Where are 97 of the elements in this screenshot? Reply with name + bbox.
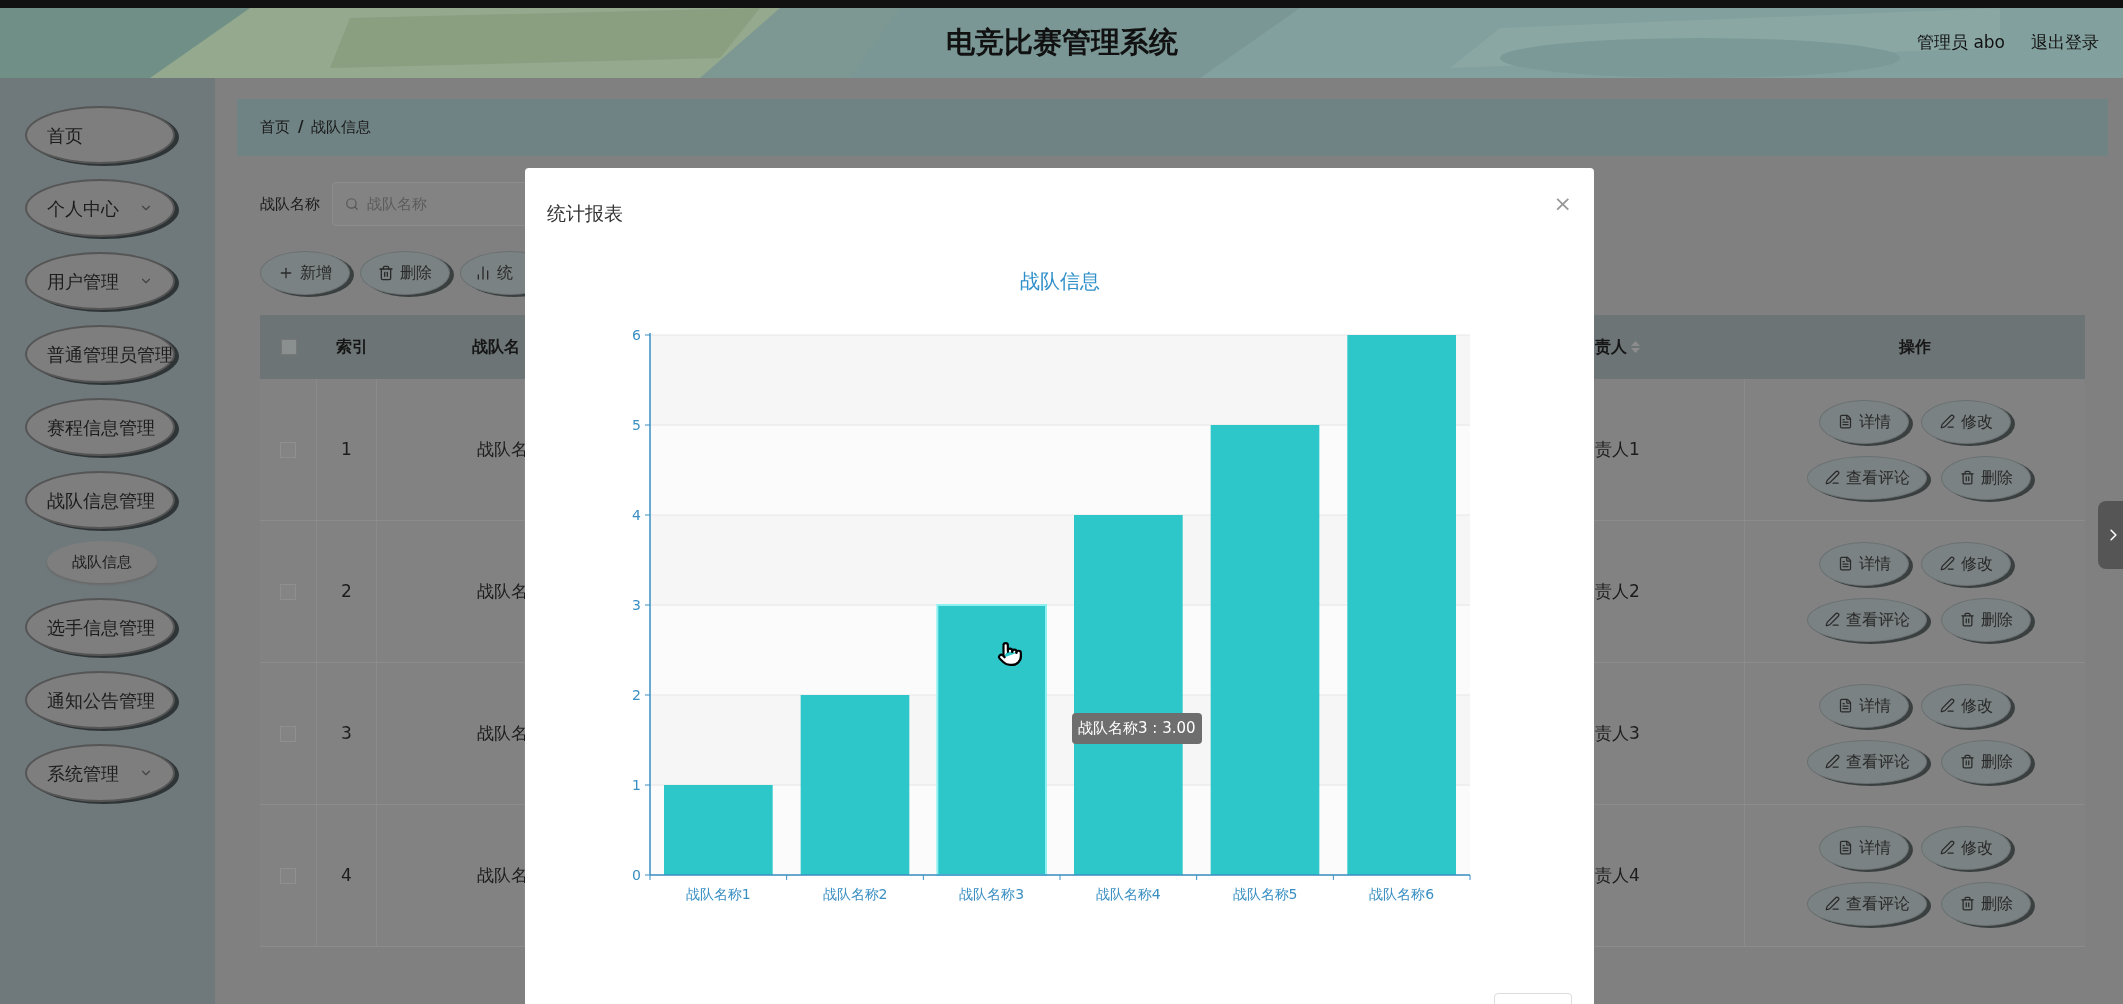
app-title: 电竞比赛管理系统 bbox=[945, 24, 1178, 62]
column-header: 责人 bbox=[1595, 336, 1627, 358]
trash-icon bbox=[1959, 612, 1975, 627]
table-cell-text: 战队名 bbox=[477, 579, 528, 603]
pen-icon bbox=[1939, 840, 1955, 855]
table-cell-text: 4 bbox=[341, 863, 352, 887]
pointer-cursor-icon bbox=[996, 641, 1023, 667]
trash-icon bbox=[1959, 896, 1975, 911]
column-header: 索引 bbox=[335, 336, 369, 358]
axis-tick-label: 5 bbox=[632, 417, 641, 433]
dialog-title: 统计报表 bbox=[547, 200, 623, 226]
sidebar-item[interactable]: 赛程信息管理 bbox=[25, 398, 175, 456]
logout-link[interactable]: 退出登录 bbox=[2031, 30, 2099, 56]
pen-icon bbox=[1824, 896, 1840, 911]
toolbar-button[interactable]: 删除 bbox=[360, 251, 450, 295]
sidebar-item[interactable]: 首页 bbox=[25, 106, 175, 164]
table-cell-text: 责人3 bbox=[1595, 721, 1640, 745]
action-button[interactable]: 详情 bbox=[1819, 683, 1909, 728]
table-cell-text: 战队名 bbox=[477, 863, 528, 887]
document-icon bbox=[1837, 556, 1853, 571]
breadcrumb-item: / bbox=[298, 117, 304, 139]
sidebar-item[interactable]: 个人中心 bbox=[25, 179, 175, 237]
axis-tick-label: 3 bbox=[632, 597, 641, 613]
table-cell-text: 责人1 bbox=[1595, 437, 1640, 461]
plus-icon bbox=[278, 265, 294, 281]
trash-icon bbox=[378, 265, 394, 281]
action-button[interactable]: 修改 bbox=[1921, 825, 2011, 870]
bar[interactable] bbox=[936, 604, 1047, 876]
table-cell-text: 责人4 bbox=[1595, 863, 1640, 887]
sidebar-item[interactable]: 战队信息管理 bbox=[25, 471, 175, 529]
pen-icon bbox=[1824, 754, 1840, 769]
action-button[interactable]: 删除 bbox=[1941, 881, 2031, 926]
breadcrumb-item: 战队信息 bbox=[311, 117, 372, 139]
bar-chart-icon bbox=[475, 265, 491, 281]
bar[interactable] bbox=[800, 695, 910, 875]
side-toggle-button[interactable] bbox=[2098, 501, 2123, 569]
pen-icon bbox=[1824, 612, 1840, 627]
axis-category-label: 战队名称5 bbox=[1232, 886, 1298, 902]
action-button[interactable]: 修改 bbox=[1921, 399, 2011, 444]
column-header: 操作 bbox=[1897, 336, 1932, 358]
action-button[interactable]: 查看评论 bbox=[1807, 739, 1927, 784]
pen-icon bbox=[1939, 556, 1955, 571]
header-checkbox[interactable] bbox=[280, 339, 297, 355]
bar[interactable] bbox=[1347, 335, 1456, 875]
axis-category-label: 战队名称1 bbox=[685, 886, 751, 902]
column-header: 战队名 bbox=[471, 336, 521, 358]
action-button[interactable]: 详情 bbox=[1819, 399, 1909, 444]
sidebar-item[interactable]: 系统管理 bbox=[25, 744, 175, 802]
search-label: 战队名称 bbox=[260, 193, 320, 215]
pen-icon bbox=[1939, 698, 1955, 713]
table-cell-text: 责人2 bbox=[1595, 579, 1640, 603]
axis-category-label: 战队名称6 bbox=[1369, 886, 1435, 902]
action-button[interactable]: 查看评论 bbox=[1807, 455, 1927, 500]
bar[interactable] bbox=[664, 785, 773, 875]
action-button[interactable]: 删除 bbox=[1941, 739, 2031, 784]
action-button[interactable]: 详情 bbox=[1819, 825, 1909, 870]
document-icon bbox=[1837, 698, 1853, 713]
axis-category-label: 战队名称4 bbox=[1095, 886, 1161, 902]
action-button[interactable]: 修改 bbox=[1921, 683, 2011, 728]
axis-tick-label: 4 bbox=[632, 507, 641, 523]
table-cell-text: 2 bbox=[341, 579, 352, 603]
axis-tick-label: 0 bbox=[632, 867, 641, 883]
table-cell-text: 3 bbox=[341, 721, 352, 745]
axis-tick-label: 2 bbox=[632, 687, 641, 703]
toolbar-button[interactable]: 新增 bbox=[260, 251, 350, 295]
sidebar-item[interactable]: 普通管理员管理 bbox=[25, 325, 175, 383]
pen-icon bbox=[1939, 414, 1955, 429]
action-button[interactable]: 修改 bbox=[1921, 541, 2011, 586]
sidebar-item[interactable]: 选手信息管理 bbox=[25, 598, 175, 656]
table-cell-text: 战队名 bbox=[477, 437, 528, 461]
action-button[interactable]: 删除 bbox=[1941, 455, 2031, 500]
trash-icon bbox=[1959, 754, 1975, 769]
sidebar-subitem[interactable]: 战队信息 bbox=[47, 541, 157, 583]
document-icon bbox=[1837, 840, 1853, 855]
action-button[interactable]: 删除 bbox=[1941, 597, 2031, 642]
sidebar-item[interactable]: 用户管理 bbox=[25, 252, 175, 310]
user-label: 管理员 abo bbox=[1917, 31, 2005, 55]
action-button[interactable]: 详情 bbox=[1819, 541, 1909, 586]
document-icon bbox=[1837, 414, 1853, 429]
axis-category-label: 战队名称2 bbox=[822, 886, 888, 902]
pen-icon bbox=[1824, 470, 1840, 485]
axis-tick-label: 6 bbox=[632, 327, 641, 343]
trash-icon bbox=[1959, 470, 1975, 485]
action-button[interactable]: 查看评论 bbox=[1807, 881, 1927, 926]
chart-tooltip: 战队名称3 : 3.00 bbox=[1072, 713, 1202, 744]
bar[interactable] bbox=[1210, 425, 1320, 875]
axis-tick-label: 1 bbox=[632, 777, 641, 793]
breadcrumb-item[interactable]: 首页 bbox=[260, 116, 290, 139]
action-button[interactable]: 查看评论 bbox=[1807, 597, 1927, 642]
axis-category-label: 战队名称3 bbox=[959, 886, 1025, 902]
sidebar-item[interactable]: 通知公告管理 bbox=[25, 671, 175, 729]
sort-icon[interactable] bbox=[1631, 341, 1640, 353]
close-button[interactable]: × bbox=[1553, 186, 1572, 220]
table-cell-text: 1 bbox=[341, 437, 352, 461]
chart-title: 战队信息 bbox=[1019, 268, 1100, 295]
search-icon bbox=[345, 197, 359, 211]
table-cell-text: 战队名 bbox=[477, 721, 528, 745]
